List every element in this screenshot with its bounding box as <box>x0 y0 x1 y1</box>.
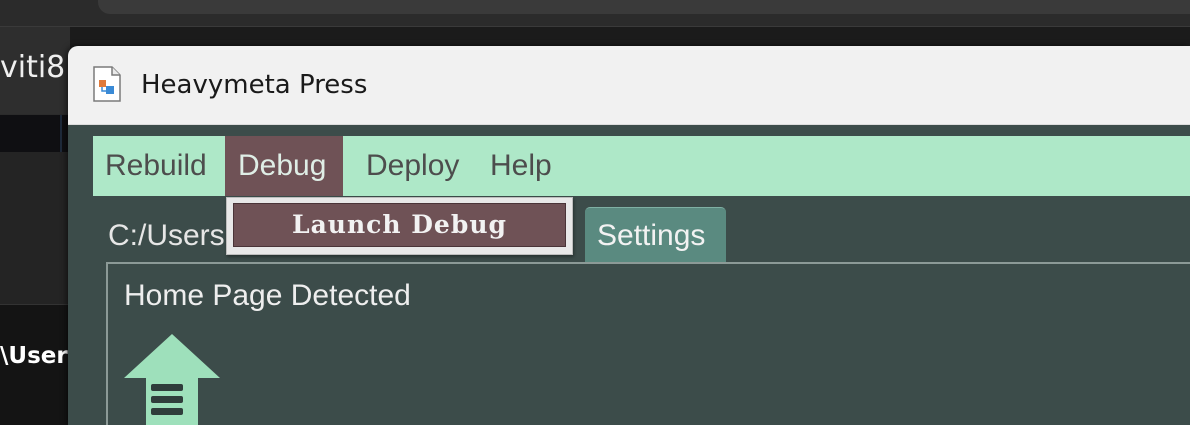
background-topbar <box>0 0 1190 27</box>
title-bar[interactable]: Heavymeta Press <box>68 46 1190 125</box>
screen: viti8 \Users Heavymeta Press Rebuild Deb… <box>0 0 1190 425</box>
background-seam <box>60 115 62 153</box>
tab-settings-label: Settings <box>597 219 706 252</box>
status-text: Home Page Detected <box>124 279 411 312</box>
background-terminal-text: \Users <box>0 343 70 369</box>
menu-rebuild[interactable]: Rebuild <box>105 136 207 196</box>
debug-dropdown-menu: Launch Debug <box>226 197 573 255</box>
background-toolbar <box>0 114 70 153</box>
home-page-arrow-icon <box>124 334 220 425</box>
menu-bar: Rebuild Debug Deploy Help <box>93 136 1190 196</box>
menu-debug[interactable]: Debug <box>225 136 343 196</box>
menu-item-launch-debug[interactable]: Launch Debug <box>233 203 566 247</box>
background-address-bar <box>98 0 1190 14</box>
document-app-icon <box>93 66 121 102</box>
menu-help[interactable]: Help <box>490 136 552 196</box>
background-body <box>0 152 70 304</box>
tab-path[interactable]: C:/Users <box>108 211 238 261</box>
tab-settings[interactable]: Settings <box>585 207 726 262</box>
menu-deploy[interactable]: Deploy <box>366 136 459 196</box>
background-tab-text: viti8 <box>0 50 66 85</box>
window-title: Heavymeta Press <box>141 70 368 100</box>
content-panel: Home Page Detected <box>106 262 1190 425</box>
